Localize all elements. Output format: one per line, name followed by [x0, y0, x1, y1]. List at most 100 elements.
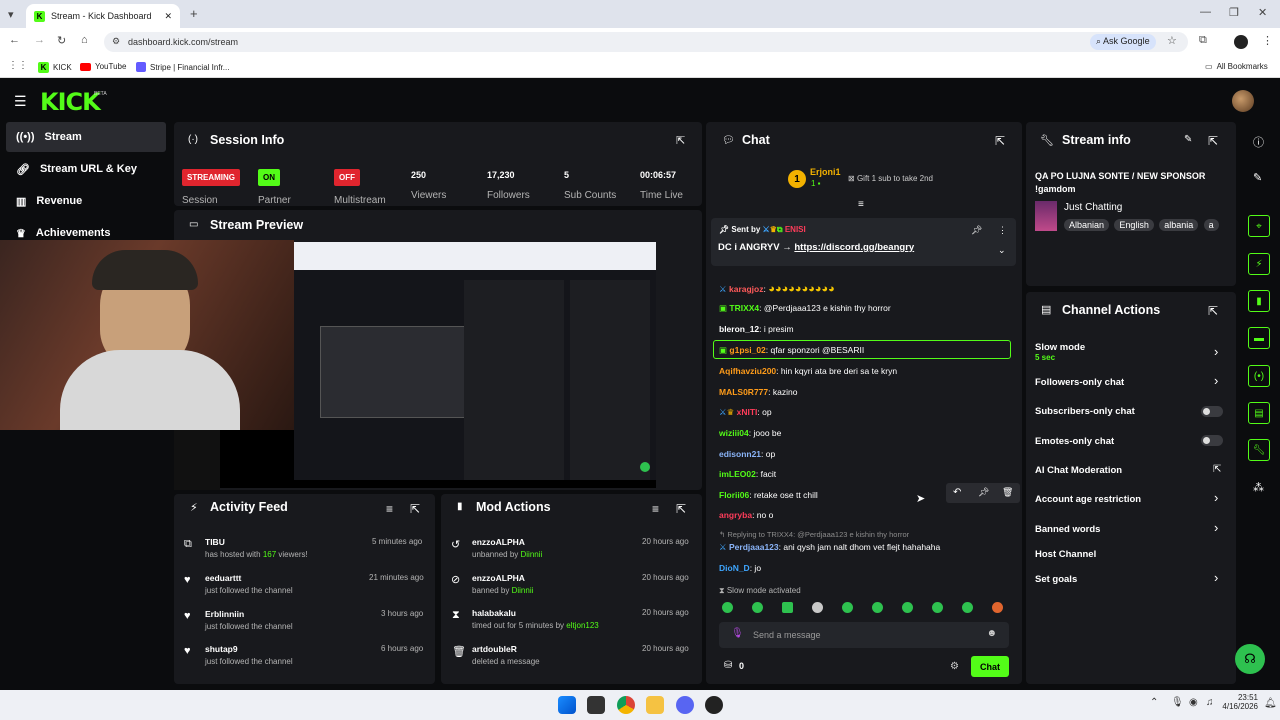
rail-chat-icon[interactable]: ▬ [1248, 327, 1270, 349]
rail-actions-icon[interactable]: ▤ [1248, 402, 1270, 424]
mod-by-user[interactable]: Diinnii [512, 586, 534, 595]
activity-user[interactable]: eeduarttt [205, 573, 241, 583]
chat-user[interactable]: karagjoz [729, 284, 764, 294]
emote-icon[interactable] [722, 602, 733, 613]
bookmark-star-icon[interactable]: ☆ [1167, 34, 1177, 47]
clock[interactable]: 23:51 4/16/2026 [1222, 693, 1258, 711]
emote-icon[interactable] [932, 602, 943, 613]
pinned-link[interactable]: https://discord.gg/beangry [794, 242, 914, 253]
chat-message[interactable]: bleron_12: i presim [719, 324, 794, 334]
close-window-icon[interactable]: ✕ [1258, 6, 1267, 19]
emote-icon[interactable] [902, 602, 913, 613]
collapse-icon[interactable]: ≡ [858, 199, 864, 210]
chat-message[interactable]: edisonn21: op [719, 449, 775, 459]
chat-user[interactable]: MALS0R777 [719, 387, 768, 397]
sidebar-item-stream[interactable]: ((•)) Stream [6, 122, 166, 152]
discord-icon[interactable] [676, 696, 694, 714]
home-icon[interactable]: ⌂ [81, 34, 88, 46]
chat-message[interactable]: ▣ TRIXX4: @Perdjaaa123 e kishin thy horr… [719, 303, 891, 314]
rail-scan-icon[interactable]: ⌖ [1248, 215, 1270, 237]
set-goals-label[interactable]: Set goals [1035, 574, 1077, 585]
chat-user[interactable]: bleron_12 [719, 324, 759, 334]
emote-icon[interactable] [812, 602, 823, 613]
reload-icon[interactable]: ↻ [57, 34, 66, 47]
chevron-right-icon[interactable]: › [1214, 520, 1218, 535]
chevron-right-icon[interactable]: › [1214, 344, 1218, 359]
close-tab-icon[interactable]: ✕ [164, 11, 172, 22]
chat-message[interactable]: ⚔ karagjoz: ◕◕◕◕◕◕◕◕◕◕ [719, 283, 835, 295]
emote-icon[interactable] [962, 602, 973, 613]
minimize-icon[interactable]: — [1200, 6, 1211, 18]
banned-words-label[interactable]: Banned words [1035, 524, 1100, 535]
emoji-picker-icon[interactable]: ☻ [986, 628, 997, 639]
bookmark-youtube[interactable]: YouTube [80, 62, 126, 71]
kick-logo[interactable]: KICK [40, 88, 101, 116]
notifications-icon[interactable]: 🔔︎ [1264, 698, 1277, 709]
activity-user[interactable]: shutap9 [205, 644, 238, 654]
mod-by-user[interactable]: Diinnii [521, 550, 543, 559]
subscribers-only-toggle[interactable] [1201, 406, 1223, 417]
category-name[interactable]: Just Chatting [1064, 202, 1122, 213]
hamburger-menu-icon[interactable]: ☰ [14, 93, 27, 110]
popout-icon[interactable]: ⇱ [1208, 134, 1218, 148]
emote-icon[interactable] [842, 602, 853, 613]
chat-message[interactable]: ⚔ Perdjaaa123: ani qysh jam nalt dhom ve… [719, 542, 940, 553]
chevron-right-icon[interactable]: › [1214, 373, 1218, 388]
reply-icon[interactable]: ↶ [953, 487, 961, 498]
obs-icon[interactable] [705, 696, 723, 714]
popout-icon[interactable]: ⇱ [676, 502, 686, 516]
tray-chevron-icon[interactable]: ⌃ [1150, 697, 1158, 708]
chat-user[interactable]: TRIXX4 [729, 303, 759, 313]
new-tab-icon[interactable]: + [190, 6, 198, 21]
rail-wrench-icon[interactable]: 🔧︎ [1248, 439, 1270, 461]
chat-user[interactable]: xNITI [737, 407, 758, 417]
network-icon[interactable]: ◉ [1189, 697, 1198, 708]
all-bookmarks-button[interactable]: ▭ All Bookmarks [1205, 62, 1268, 71]
chat-message[interactable]: ▣ g1psi_02: qfar sponzori @BESARII [719, 345, 864, 356]
mod-target-user[interactable]: enzzoALPHA [472, 537, 525, 547]
url-input[interactable]: dashboard.kick.com/stream [104, 32, 1188, 52]
chevron-right-icon[interactable]: › [1214, 570, 1218, 585]
maximize-icon[interactable]: ❐ [1229, 6, 1239, 19]
account-age-label[interactable]: Account age restriction [1035, 494, 1141, 505]
chrome-icon[interactable] [617, 696, 635, 714]
rail-lightning-icon[interactable]: ⚡︎ [1248, 253, 1270, 275]
delete-message-icon[interactable]: 🗑︎ [1002, 487, 1013, 498]
category-thumbnail[interactable] [1035, 201, 1057, 231]
filter-icon[interactable]: ≡ [652, 502, 659, 516]
chat-message[interactable]: wiziii04: jooo be [719, 428, 781, 438]
mod-target-user[interactable]: enzzoALPHA [472, 573, 525, 583]
mod-target-user[interactable]: halabakalu [472, 608, 516, 618]
gift-sub-link[interactable]: ⊠ Gift 1 sub to take 2nd [848, 174, 933, 183]
chat-message[interactable]: MALS0R777: kazino [719, 387, 797, 397]
followers-only-label[interactable]: Followers-only chat [1035, 377, 1124, 388]
chat-message[interactable]: Aqifhavziu200: hin kqyri ata bre deri sa… [719, 366, 897, 376]
tag-chip[interactable]: albania [1159, 219, 1199, 231]
chat-user[interactable]: Perdjaaa123 [729, 542, 779, 552]
forward-icon[interactable]: → [34, 34, 45, 46]
emotes-only-toggle[interactable] [1201, 435, 1223, 446]
chat-user[interactable]: Florii06 [719, 490, 749, 500]
rail-broadcast-icon[interactable]: (•) [1248, 365, 1270, 387]
edit-icon[interactable]: ✎ [1184, 134, 1192, 145]
popout-icon[interactable]: ⇱ [676, 134, 685, 147]
bookmark-kick[interactable]: K KICK [38, 62, 72, 73]
external-link-icon[interactable]: ⇱ [1213, 464, 1221, 475]
microphone-icon[interactable]: 🎙︎ [731, 628, 744, 639]
sidebar-item-revenue[interactable]: ▥ Revenue [6, 186, 166, 216]
apps-grid-icon[interactable]: ⋮⋮ [8, 60, 28, 71]
unpin-icon[interactable]: 📌︎ [971, 225, 982, 236]
expand-chevron-icon[interactable]: ⌄ [998, 245, 1006, 256]
windows-start-icon[interactable] [558, 696, 576, 714]
chat-user[interactable]: angryba [719, 510, 752, 520]
activity-user[interactable]: TIBU [205, 537, 225, 547]
chat-message[interactable]: angryba: no o [719, 510, 773, 520]
mod-by-user[interactable]: eltjon123 [566, 621, 598, 630]
info-icon[interactable]: ⓘ [1253, 134, 1264, 150]
ask-google-button[interactable]: ⌕ Ask Google [1090, 34, 1156, 50]
popout-icon[interactable]: ⇱ [995, 134, 1005, 148]
user-avatar[interactable] [1232, 90, 1254, 112]
pinned-user[interactable]: ENISI [785, 225, 806, 234]
emote-icon[interactable] [782, 602, 793, 613]
edit-layout-icon[interactable]: ✎ [1253, 171, 1262, 184]
